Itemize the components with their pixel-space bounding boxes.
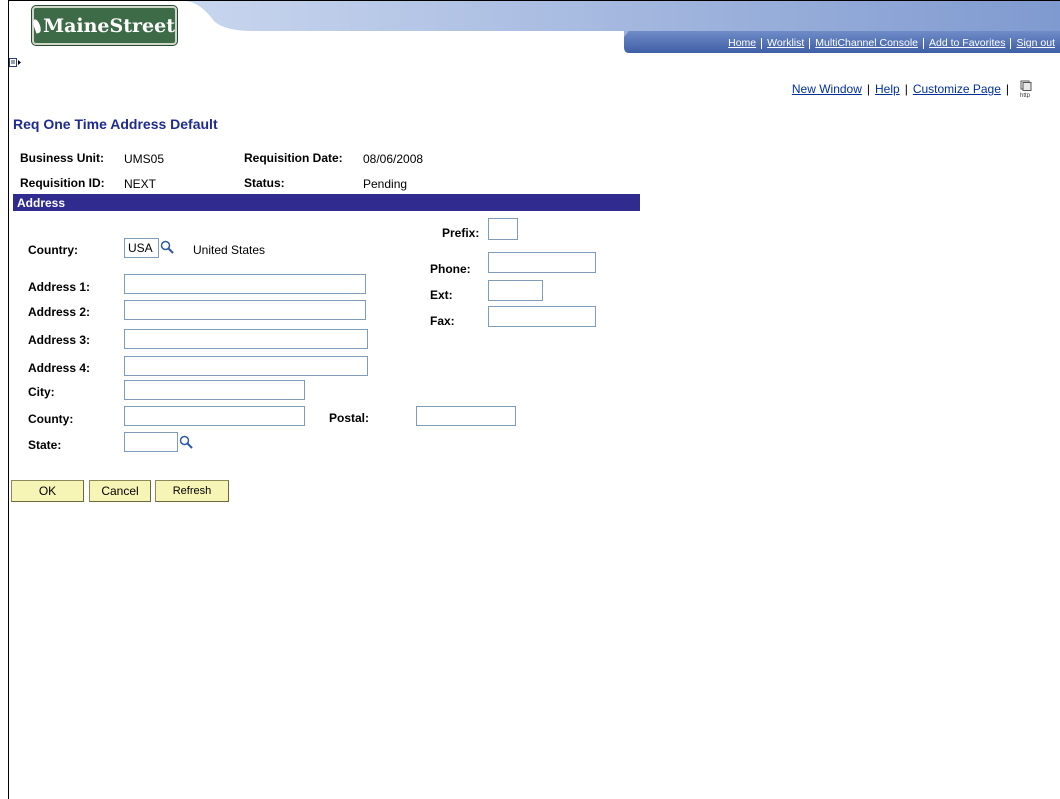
address3-input[interactable] xyxy=(124,329,368,349)
county-input[interactable] xyxy=(124,406,305,426)
nav-add-to-favorites-link[interactable]: Add to Favorites xyxy=(924,37,1010,49)
ext-input[interactable] xyxy=(488,280,543,301)
address1-input[interactable] xyxy=(124,274,366,294)
nav-worklist-link[interactable]: Worklist xyxy=(762,37,809,49)
requisition-date-label: Requisition Date: xyxy=(244,151,343,165)
address4-input[interactable] xyxy=(124,356,368,376)
mainestreet-logo: MaineStreet xyxy=(31,6,177,45)
ext-label: Ext: xyxy=(430,288,453,302)
business-unit-label: Business Unit: xyxy=(20,151,105,165)
country-lookup-icon[interactable] xyxy=(160,240,174,254)
fax-input[interactable] xyxy=(488,306,596,327)
customize-page-link[interactable]: Customize Page xyxy=(913,82,1001,96)
prefix-input[interactable] xyxy=(488,218,518,240)
address2-label: Address 2: xyxy=(28,305,91,319)
state-label: State: xyxy=(28,438,62,452)
postal-input[interactable] xyxy=(416,406,516,426)
city-label: City: xyxy=(28,385,55,399)
page-title: Req One Time Address Default xyxy=(13,116,218,132)
country-label: Country: xyxy=(28,243,78,257)
county-label: County: xyxy=(28,412,74,426)
nav-multichannel-console-link[interactable]: MultiChannel Console xyxy=(810,37,923,49)
phone-label: Phone: xyxy=(430,262,471,276)
address4-label: Address 4: xyxy=(28,361,91,375)
http-icon-label: http xyxy=(1020,93,1031,98)
help-link[interactable]: Help xyxy=(875,82,900,96)
business-unit-value: UMS05 xyxy=(124,152,165,166)
header-nav: Home Worklist MultiChannel Console Add t… xyxy=(723,37,1060,49)
status-label: Status: xyxy=(244,176,285,190)
link-separator: | xyxy=(866,82,871,96)
requisition-id-label: Requisition ID: xyxy=(20,176,105,190)
requisition-date-value: 08/06/2008 xyxy=(363,152,424,166)
address1-label: Address 1: xyxy=(28,280,91,294)
page-menu-icon[interactable] xyxy=(9,57,21,69)
address-section-header: Address xyxy=(13,194,640,211)
ok-button[interactable]: OK xyxy=(11,480,84,502)
requisition-id-value: NEXT xyxy=(124,177,157,191)
fax-label: Fax: xyxy=(430,314,455,328)
logo-text: MaineStreet xyxy=(43,14,175,37)
prefix-label: Prefix: xyxy=(442,226,480,240)
state-lookup-icon[interactable] xyxy=(179,435,193,449)
phone-input[interactable] xyxy=(488,252,596,273)
http-icon-graphic: http xyxy=(1020,80,1032,99)
link-separator: | xyxy=(1005,82,1009,96)
refresh-button[interactable]: Refresh xyxy=(155,480,229,502)
country-description: United States xyxy=(193,243,266,257)
city-input[interactable] xyxy=(124,380,305,400)
link-separator: | xyxy=(904,82,908,96)
address2-input[interactable] xyxy=(124,300,366,320)
state-outline-icon xyxy=(31,17,43,34)
address3-label: Address 3: xyxy=(28,333,91,347)
state-input[interactable] xyxy=(124,432,178,452)
status-value: Pending xyxy=(363,177,408,191)
header-banner: MaineStreet Home Worklist MultiChannel C… xyxy=(9,1,1060,53)
cancel-button[interactable]: Cancel xyxy=(89,480,151,502)
nav-home-link[interactable]: Home xyxy=(723,37,761,49)
page-links: New Window | Help | Customize Page | htt… xyxy=(792,80,1034,99)
nav-sign-out-link[interactable]: Sign out xyxy=(1011,37,1060,49)
country-input[interactable] xyxy=(124,238,159,258)
new-window-link[interactable]: New Window xyxy=(792,82,862,96)
http-icon[interactable]: http xyxy=(1016,80,1034,99)
postal-label: Postal: xyxy=(329,411,370,425)
